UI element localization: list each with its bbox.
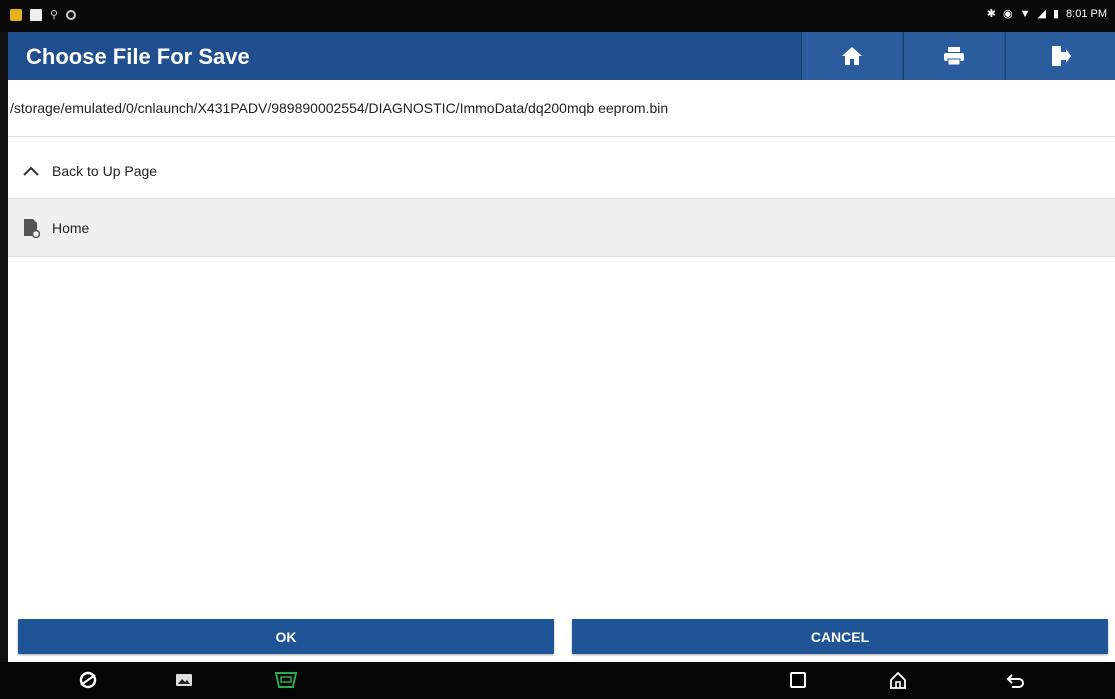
system-nav-bar: [0, 662, 1115, 699]
settings-circle-icon: [66, 9, 77, 20]
screen: ⚲ ✱ ◉ ▼ ◢ ▮ 8:01 PM Choose File For Save: [0, 0, 1115, 699]
list-item-home[interactable]: Home: [8, 199, 1115, 257]
list-item-label: Back to Up Page: [52, 162, 158, 179]
wifi-icon: ▼: [1019, 7, 1031, 20]
file-list-empty-area: [8, 257, 1115, 617]
status-bar: ⚲ ✱ ◉ ▼ ◢ ▮ 8:01 PM: [0, 0, 1115, 32]
gallery-icon: [176, 674, 192, 686]
ok-button[interactable]: OK: [18, 619, 554, 654]
usb-icon: ⚲: [50, 9, 59, 21]
print-icon: [944, 47, 964, 66]
status-time: 8:01 PM: [1066, 7, 1107, 20]
title-bar: Choose File For Save: [8, 32, 1115, 80]
list-item-label: Home: [52, 219, 90, 236]
back-icon: [1006, 674, 1024, 688]
recents-button[interactable]: [778, 668, 818, 692]
image-icon: [30, 8, 42, 21]
file-path: /storage/emulated/0/cnlaunch/X431PADV/98…: [10, 100, 669, 116]
left-edge: [0, 32, 8, 662]
status-bar-right: ✱ ◉ ▼ ◢ ▮ 8:01 PM: [986, 7, 1107, 21]
bluetooth-icon: ✱: [986, 8, 996, 20]
battery-icon: ▮: [1052, 8, 1060, 20]
print-button[interactable]: [903, 32, 1004, 80]
notification-icon: [10, 8, 22, 21]
chevron-up-icon: [20, 165, 42, 177]
file-icon: [20, 218, 42, 238]
status-bar-left: ⚲: [10, 8, 77, 21]
recents-icon: [790, 672, 806, 688]
back-button[interactable]: [996, 668, 1036, 692]
alarm-icon: ◉: [1003, 8, 1013, 20]
home-nav-button[interactable]: [878, 668, 918, 692]
obd-connector-button[interactable]: [266, 668, 306, 692]
obd-connector-icon: [274, 672, 298, 688]
file-path-bar: /storage/emulated/0/cnlaunch/X431PADV/98…: [8, 80, 1115, 137]
signal-icon: ◢: [1037, 8, 1046, 20]
browser-button[interactable]: [68, 668, 108, 692]
action-bar: OK CANCEL: [8, 617, 1115, 662]
home-nav-icon: [890, 671, 906, 689]
browser-icon: [79, 671, 97, 689]
home-button[interactable]: [801, 32, 902, 80]
exit-icon: [1052, 46, 1071, 66]
gallery-button[interactable]: [164, 668, 204, 692]
exit-button[interactable]: [1005, 32, 1115, 80]
list-item-back-to-up-page[interactable]: Back to Up Page: [8, 143, 1115, 199]
cancel-button[interactable]: CANCEL: [572, 619, 1108, 654]
home-icon: [842, 47, 862, 65]
page-title: Choose File For Save: [26, 44, 250, 69]
